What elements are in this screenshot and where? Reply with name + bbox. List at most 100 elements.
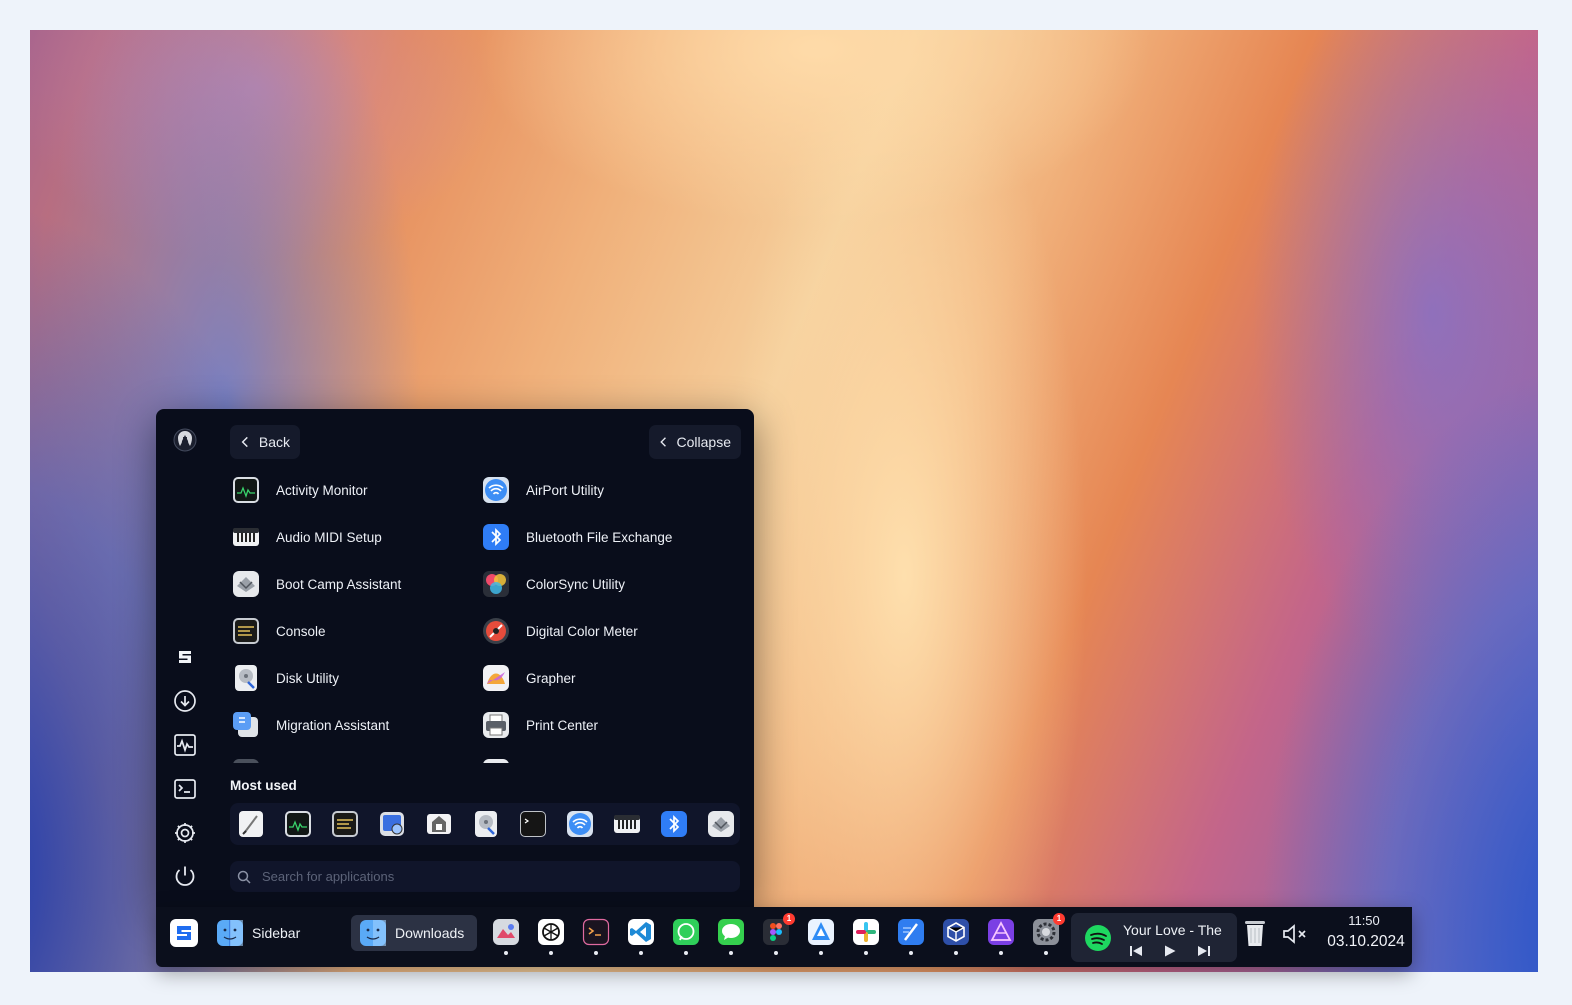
- digital-color-meter-icon: [482, 617, 510, 645]
- console-icon: [232, 617, 260, 645]
- app-item[interactable]: AirPort Utility: [482, 470, 604, 510]
- app-search-bar: [230, 861, 740, 892]
- script-editor-icon[interactable]: [237, 810, 265, 838]
- activity-monitor-icon: [232, 476, 260, 504]
- app-icon-partial: [232, 758, 260, 763]
- disk-utility-icon: [232, 664, 260, 692]
- messages-icon[interactable]: [717, 918, 745, 955]
- collapse-button[interactable]: Collapse: [649, 425, 741, 459]
- sidebar-panel: Back Collapse Activity Monitor AirPort U…: [156, 409, 754, 907]
- colorsync-utility-icon: [482, 570, 510, 598]
- collapse-button-label: Collapse: [676, 434, 731, 450]
- finder-icon: [217, 920, 243, 946]
- activity-monitor-icon[interactable]: [284, 810, 312, 838]
- affinity-icon[interactable]: [987, 918, 1015, 955]
- clock-date: 03.10.2024: [1327, 933, 1405, 950]
- search-icon: [237, 870, 251, 884]
- most-used-strip: [230, 803, 740, 845]
- taskbar-downloads-label: Downloads: [395, 925, 465, 941]
- finder-icon: [360, 920, 386, 946]
- boot-camp-assistant-icon[interactable]: [707, 810, 735, 838]
- play-icon[interactable]: [1163, 944, 1177, 958]
- system-settings-icon[interactable]: 1: [1032, 913, 1065, 955]
- settings-icon[interactable]: [173, 821, 197, 845]
- airport-utility-icon: [482, 476, 510, 504]
- grapher-icon: [482, 664, 510, 692]
- app-item[interactable]: Audio MIDI Setup: [232, 517, 382, 557]
- most-used-heading: Most used: [230, 778, 297, 793]
- sidebar-logo-icon[interactable]: [173, 645, 197, 669]
- photo-app-icon[interactable]: [492, 918, 520, 955]
- terminal-app-icon[interactable]: [582, 918, 610, 955]
- app-item-partial[interactable]: [232, 752, 276, 763]
- print-center-icon: [482, 711, 510, 739]
- taskbar: Sidebar Downloads 1 1 Your Love - The 11…: [156, 907, 1412, 967]
- system-info-icon[interactable]: [425, 810, 453, 838]
- clock-time: 11:50: [1348, 913, 1380, 928]
- migration-assistant-icon: [232, 711, 260, 739]
- power-icon[interactable]: [173, 864, 197, 888]
- downloads-icon[interactable]: [173, 689, 197, 713]
- app-icon-partial: [482, 758, 510, 763]
- figma-icon[interactable]: 1: [762, 913, 795, 955]
- whatsapp-icon[interactable]: [672, 918, 700, 955]
- search-input[interactable]: [260, 868, 724, 885]
- chevron-left-icon: [241, 436, 248, 448]
- app-item[interactable]: Bluetooth File Exchange: [482, 517, 672, 557]
- taskbar-sidebar-app[interactable]: Sidebar: [208, 915, 318, 951]
- app-item[interactable]: Disk Utility: [232, 658, 339, 698]
- virtualbox-icon[interactable]: [942, 918, 970, 955]
- running-indicator: [954, 951, 958, 955]
- audio-midi-setup-icon[interactable]: [613, 810, 641, 838]
- screenshot-icon[interactable]: [378, 810, 406, 838]
- vscode-icon[interactable]: [627, 918, 655, 955]
- running-indicator: [594, 951, 598, 955]
- boot-camp-assistant-icon: [232, 570, 260, 598]
- spotify-icon[interactable]: [1084, 924, 1112, 952]
- volume-muted-icon[interactable]: [1281, 922, 1309, 946]
- app-item-partial[interactable]: [482, 752, 526, 763]
- bluetooth-file-exchange-icon[interactable]: [660, 810, 688, 838]
- notification-badge: 1: [1053, 913, 1065, 925]
- running-indicator: [819, 951, 823, 955]
- taskbar-sidebar-label: Sidebar: [252, 925, 301, 941]
- app-item[interactable]: Digital Color Meter: [482, 611, 638, 651]
- back-button-label: Back: [258, 434, 290, 450]
- back-button[interactable]: Back: [230, 425, 300, 459]
- activity-icon[interactable]: [173, 733, 197, 757]
- running-indicator: [864, 951, 868, 955]
- app-item[interactable]: ColorSync Utility: [482, 564, 625, 604]
- terminal-icon[interactable]: [173, 777, 197, 801]
- app-item[interactable]: Migration Assistant: [232, 705, 389, 745]
- running-indicator: [999, 951, 1003, 955]
- running-indicator: [549, 951, 553, 955]
- now-playing-track: Your Love - The: [1123, 922, 1222, 938]
- running-indicator: [504, 951, 508, 955]
- running-indicator: [639, 951, 643, 955]
- taskbar-downloads-window[interactable]: Downloads: [351, 915, 477, 951]
- running-indicator: [729, 951, 733, 955]
- app-item[interactable]: Activity Monitor: [232, 470, 368, 510]
- chatgpt-icon[interactable]: [537, 918, 565, 955]
- app-item[interactable]: Grapher: [482, 658, 576, 698]
- app-item[interactable]: Boot Camp Assistant: [232, 564, 401, 604]
- previous-track-icon[interactable]: [1129, 944, 1143, 958]
- xcode-icon[interactable]: [897, 918, 925, 955]
- sidebar-logo-button[interactable]: [169, 918, 199, 948]
- terminal-icon[interactable]: [519, 810, 547, 838]
- console-icon[interactable]: [331, 810, 359, 838]
- running-indicator: [909, 951, 913, 955]
- trash-icon[interactable]: [1241, 918, 1269, 948]
- app-item[interactable]: Console: [232, 611, 326, 651]
- slack-icon[interactable]: [852, 918, 880, 955]
- disk-utility-icon[interactable]: [472, 810, 500, 838]
- user-avatar-icon[interactable]: [173, 428, 197, 452]
- chevron-left-icon: [660, 437, 666, 447]
- app-item[interactable]: Print Center: [482, 705, 598, 745]
- audio-midi-setup-icon: [232, 523, 260, 551]
- application-list: Activity Monitor AirPort Utility Audio M…: [230, 467, 750, 763]
- testflight-icon[interactable]: [807, 918, 835, 955]
- sidebar-rail: [156, 409, 216, 907]
- airport-utility-icon[interactable]: [566, 810, 594, 838]
- next-track-icon[interactable]: [1197, 944, 1211, 958]
